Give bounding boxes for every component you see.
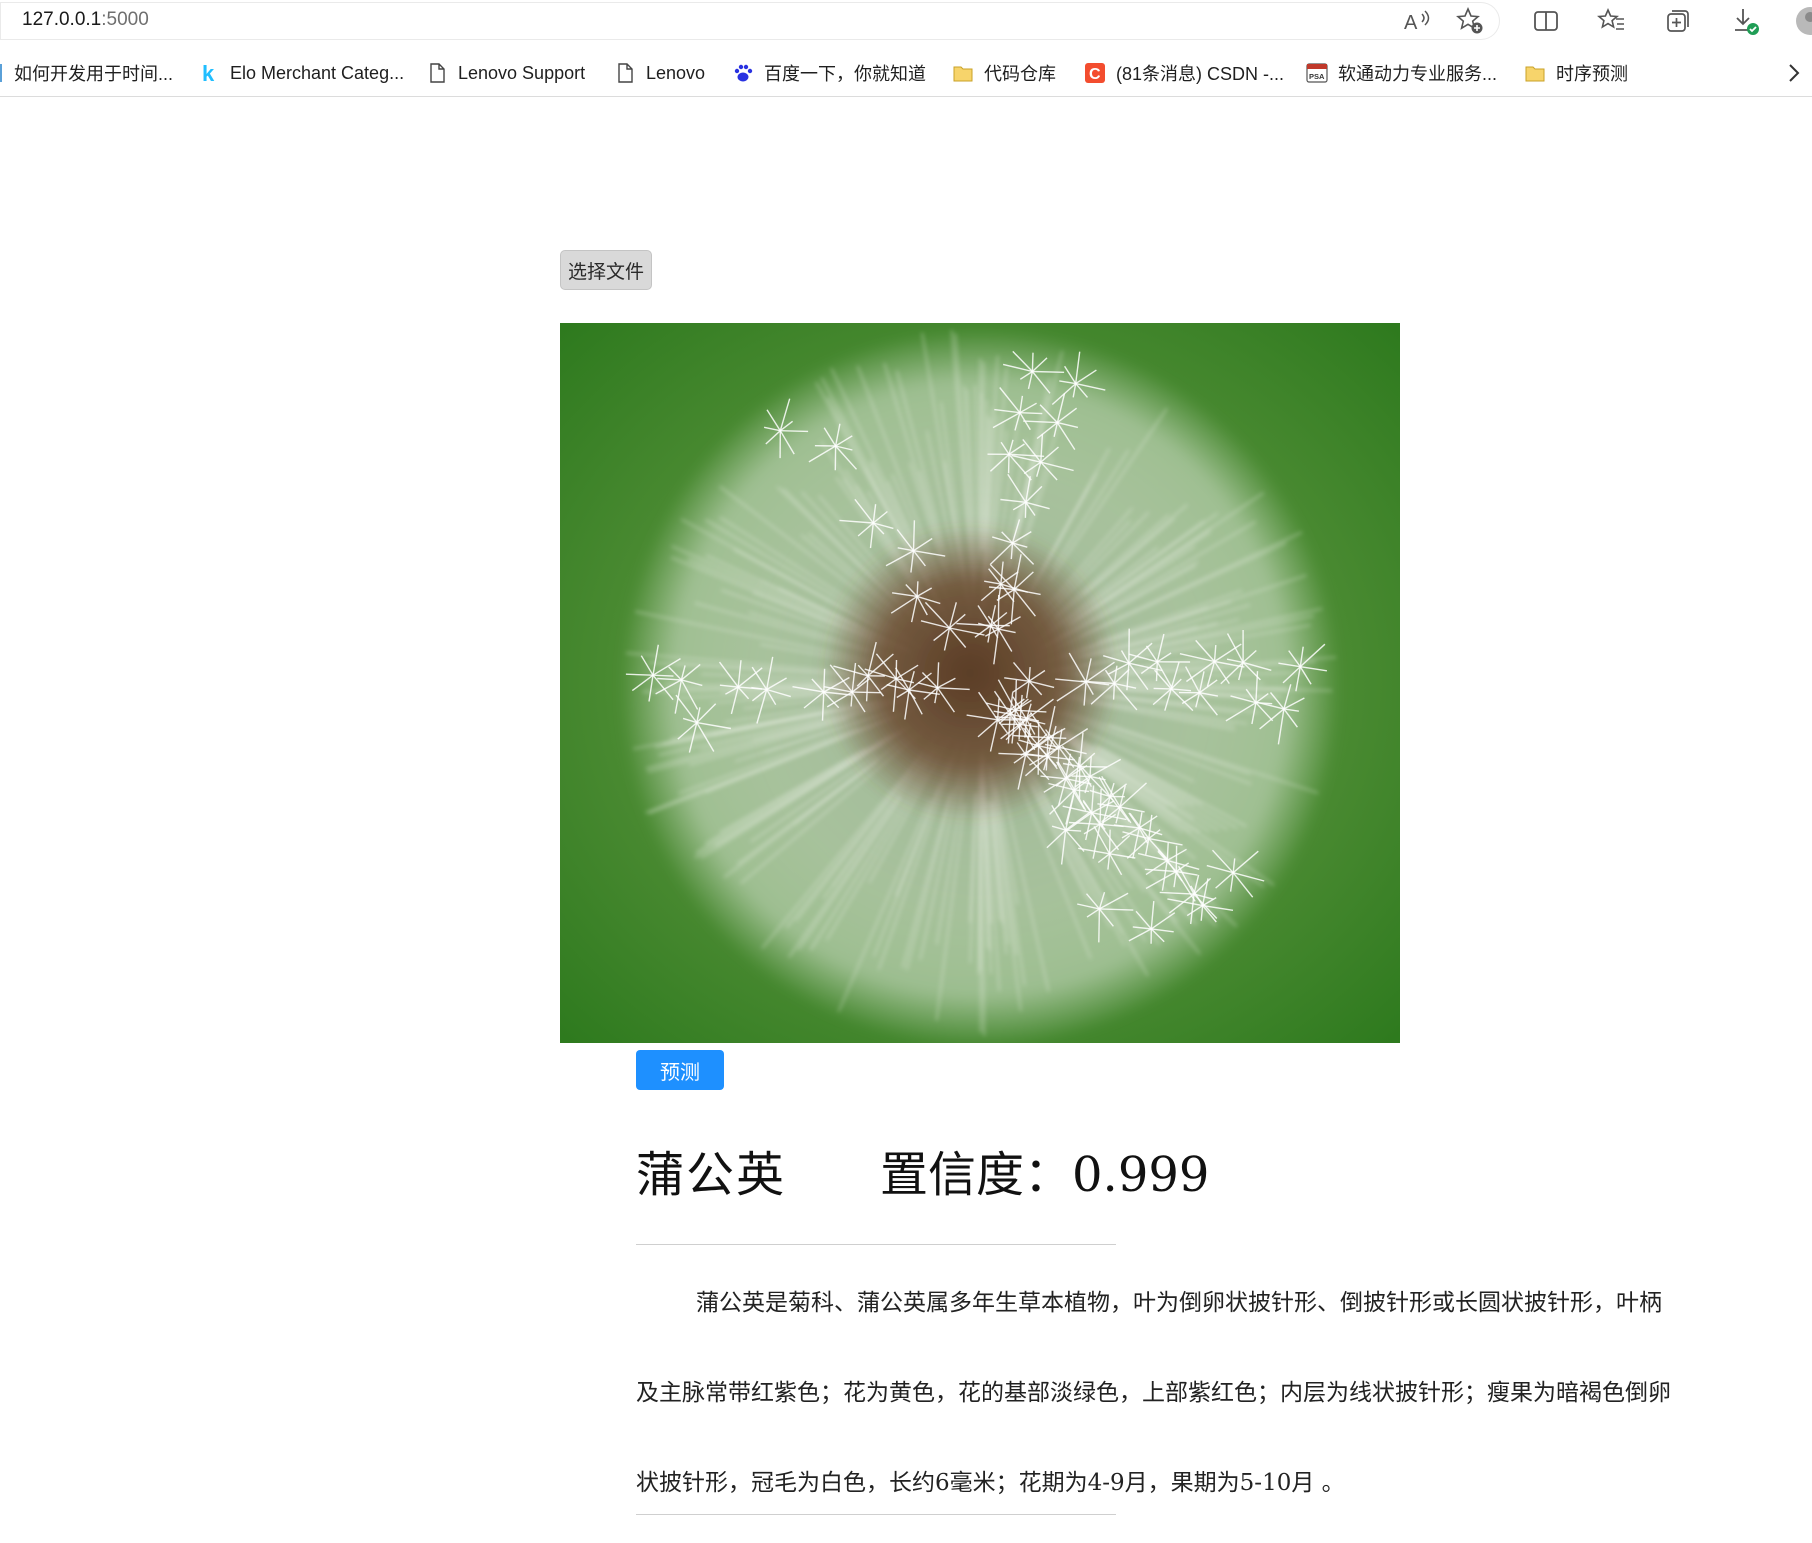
chevron-right-icon[interactable] [1782, 61, 1806, 85]
kaggle-k-icon: k [198, 62, 220, 84]
page-icon [614, 62, 636, 84]
favorite-label: 软通动力专业服务... [1338, 64, 1498, 84]
favorite-label: Lenovo Support [458, 62, 586, 83]
svg-text:PSA: PSA [1309, 72, 1325, 81]
dandelion-photo [560, 323, 1400, 1043]
read-aloud-icon[interactable]: A [1400, 5, 1432, 37]
svg-text:k: k [202, 62, 215, 84]
favorite-item-lenovo[interactable]: Lenovo [614, 58, 705, 88]
favorite-label: 代码仓库 [984, 64, 1056, 84]
favorite-item-csdn[interactable]: C (81条消息) CSDN -... [1084, 58, 1284, 88]
uploaded-image-preview [560, 323, 1400, 1043]
add-favorite-icon[interactable] [1454, 5, 1486, 37]
favorite-label: 时序预测 [1556, 64, 1628, 84]
address-bar: 127.0.0.1:5000 A [0, 0, 1812, 42]
favorite-label: (81条消息) CSDN -... [1116, 64, 1285, 84]
svg-text:C: C [1089, 66, 1101, 83]
confidence-label: 置信度： [880, 1147, 1073, 1203]
folder-icon [952, 62, 974, 84]
favorite-item-time-series-forecast[interactable]: 时序预测 [1524, 58, 1628, 88]
favorite-label: Elo Merchant Categ... [230, 62, 405, 83]
class-description: 蒲公英是菊科、蒲公英属多年生草本植物，叶为倒卵状披针形、倒披针形或长圆状披针形，… [636, 1290, 1671, 1496]
favorite-label: Lenovo [646, 62, 706, 83]
collections-icon[interactable] [1662, 5, 1694, 37]
favorites-bar: 如何开发用于时间... k Elo Merchant Categ... Leno… [0, 50, 1812, 97]
split-screen-icon[interactable] [1530, 5, 1562, 37]
csdn-c-icon: C [1084, 62, 1106, 84]
choose-file-button[interactable]: 选择文件 [560, 250, 652, 290]
favorite-label: 如何开发用于时间... [14, 64, 174, 84]
page-icon [426, 62, 448, 84]
predicted-class-label: 蒲公英 [636, 1147, 787, 1203]
profile-avatar-icon[interactable] [1792, 5, 1812, 37]
favorite-item-elo-merchant[interactable]: k Elo Merchant Categ... [198, 58, 404, 88]
favorite-item-isoftstone[interactable]: PSA 软通动力专业服务... [1306, 58, 1497, 88]
favorite-item-lenovo-support[interactable]: Lenovo Support [426, 58, 585, 88]
psa-icon: PSA [1306, 62, 1328, 84]
confidence-text: 置信度：0.999 [880, 1135, 1209, 1205]
folder-icon [1524, 62, 1546, 84]
favorite-item-code-repo[interactable]: 代码仓库 [952, 58, 1056, 88]
downloads-icon[interactable] [1730, 5, 1762, 37]
divider-top [636, 1244, 1116, 1245]
url-text[interactable]: 127.0.0.1:5000 [22, 9, 149, 31]
divider-bottom [636, 1514, 1116, 1515]
favorites-icon[interactable] [1596, 5, 1628, 37]
favorite-item-time-series[interactable]: 如何开发用于时间... [0, 58, 173, 88]
confidence-value: 0.999 [1072, 1147, 1210, 1203]
url-field[interactable]: 127.0.0.1:5000 [0, 2, 1500, 40]
predict-button[interactable]: 预测 [636, 1050, 724, 1090]
page-icon [0, 62, 4, 84]
svg-text:A: A [1404, 12, 1418, 34]
baidu-paw-icon [732, 62, 754, 84]
favorite-item-baidu[interactable]: 百度一下，你就知道 [732, 58, 926, 88]
favorite-label: 百度一下，你就知道 [764, 64, 926, 84]
url-port: :5000 [101, 9, 149, 30]
url-host: 127.0.0.1 [22, 9, 102, 30]
